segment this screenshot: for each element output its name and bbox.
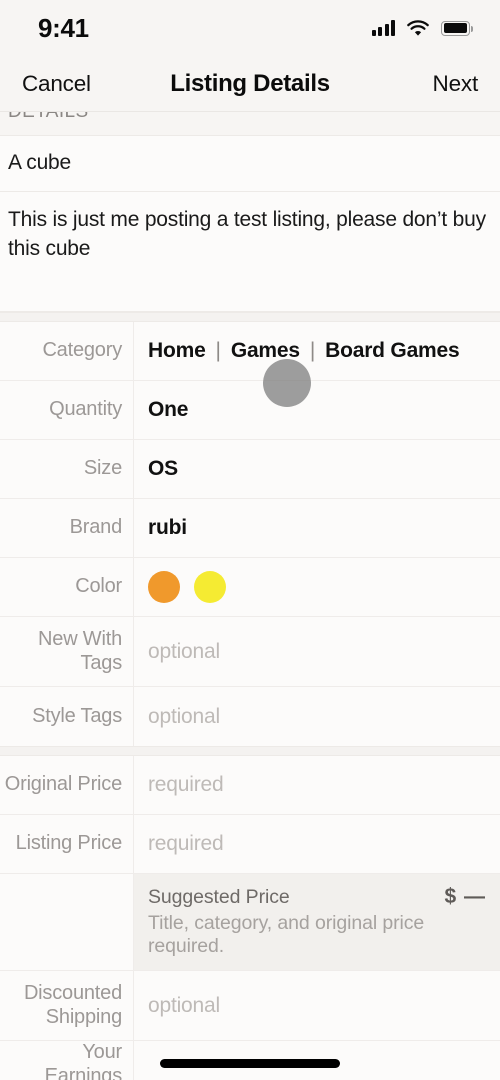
- listing-price-value: required: [133, 815, 500, 873]
- quantity-value: One: [133, 381, 500, 439]
- pricing-section-divider: [0, 746, 500, 756]
- listing-description-field[interactable]: This is just me posting a test listing, …: [0, 192, 500, 312]
- row-suggested-price: Suggested Price $ — Title, category, and…: [0, 874, 500, 971]
- category-breadcrumb: Home | Games | Board Games: [148, 339, 460, 363]
- status-bar: 9:41: [0, 0, 500, 56]
- listing-price-label: Listing Price: [15, 832, 123, 855]
- suggested-price-box: Suggested Price $ — Title, category, and…: [133, 874, 500, 970]
- attributes-group: Category Home | Games | Board Games Quan…: [0, 322, 500, 746]
- color-label: Color: [75, 575, 122, 598]
- status-time: 9:41: [38, 12, 89, 43]
- cancel-button[interactable]: Cancel: [22, 71, 91, 97]
- suggested-price-spacer: [0, 874, 133, 970]
- row-new-with-tags[interactable]: New With Tags optional: [0, 617, 500, 687]
- row-category[interactable]: Category Home | Games | Board Games: [0, 322, 500, 381]
- suggested-price-header: Suggested Price $ —: [148, 885, 486, 909]
- brand-label: Brand: [69, 516, 123, 539]
- row-original-price[interactable]: Original Price required: [0, 756, 500, 815]
- suggested-price-title: Suggested Price: [148, 886, 290, 908]
- category-separator-0: |: [215, 339, 221, 362]
- nav-bar: Cancel Listing Details Next: [0, 56, 500, 112]
- original-price-label: Original Price: [4, 773, 122, 796]
- color-swatches: [148, 571, 226, 603]
- category-part-2: Board Games: [325, 339, 460, 362]
- brand-value: rubi: [133, 499, 500, 557]
- color-value: [133, 558, 500, 616]
- home-indicator: [160, 1059, 340, 1068]
- listing-form-scroll[interactable]: DETAILS A cube This is just me posting a…: [0, 112, 500, 1080]
- category-label: Category: [42, 339, 122, 362]
- original-price-value: required: [133, 756, 500, 814]
- category-separator-1: |: [309, 339, 316, 362]
- discounted-shipping-value: optional: [133, 971, 500, 1040]
- row-discounted-shipping[interactable]: Discounted Shipping optional: [0, 971, 500, 1041]
- size-value: OS: [133, 440, 500, 498]
- pricing-group: Original Price required Listing Price re…: [0, 756, 500, 1080]
- row-brand[interactable]: Brand rubi: [0, 499, 500, 558]
- status-indicators: [371, 19, 474, 37]
- suggested-price-note: Title, category, and original price requ…: [148, 912, 425, 957]
- new-with-tags-label: New With Tags: [38, 627, 122, 674]
- row-listing-price[interactable]: Listing Price required: [0, 815, 500, 874]
- style-tags-value: optional: [133, 687, 500, 746]
- style-tags-label: Style Tags: [32, 704, 122, 727]
- category-value: Home | Games | Board Games: [133, 322, 500, 380]
- battery-full-icon: [441, 20, 474, 36]
- wifi-icon: [407, 19, 429, 36]
- suggested-price-amount: $ —: [444, 885, 486, 908]
- quantity-label: Quantity: [49, 398, 122, 421]
- cellular-bars-icon: [371, 20, 395, 36]
- next-button[interactable]: Next: [433, 71, 479, 97]
- category-part-1: Games: [230, 339, 300, 362]
- row-color[interactable]: Color: [0, 558, 500, 617]
- your-earnings-label: Your Earnings (when sold): [44, 1041, 123, 1080]
- listing-description-value: This is just me posting a test listing, …: [8, 208, 486, 260]
- listing-title-field[interactable]: A cube: [0, 136, 500, 192]
- row-style-tags[interactable]: Style Tags optional: [0, 687, 500, 746]
- discounted-shipping-label: Discounted Shipping: [23, 981, 122, 1028]
- section-divider: [0, 312, 500, 322]
- category-part-0: Home: [148, 339, 206, 362]
- phone-screen: 9:41 Cancel Listing Details Next DETAILS…: [0, 0, 500, 1080]
- new-with-tags-value: optional: [133, 617, 500, 686]
- color-swatch-yellow[interactable]: [194, 571, 226, 603]
- details-section-label: DETAILS: [8, 112, 89, 123]
- size-label: Size: [83, 457, 122, 480]
- row-quantity[interactable]: Quantity One: [0, 381, 500, 440]
- color-swatch-orange[interactable]: [148, 571, 180, 603]
- details-section-header: DETAILS: [0, 112, 500, 136]
- row-size[interactable]: Size OS: [0, 440, 500, 499]
- listing-title-value: A cube: [8, 151, 72, 174]
